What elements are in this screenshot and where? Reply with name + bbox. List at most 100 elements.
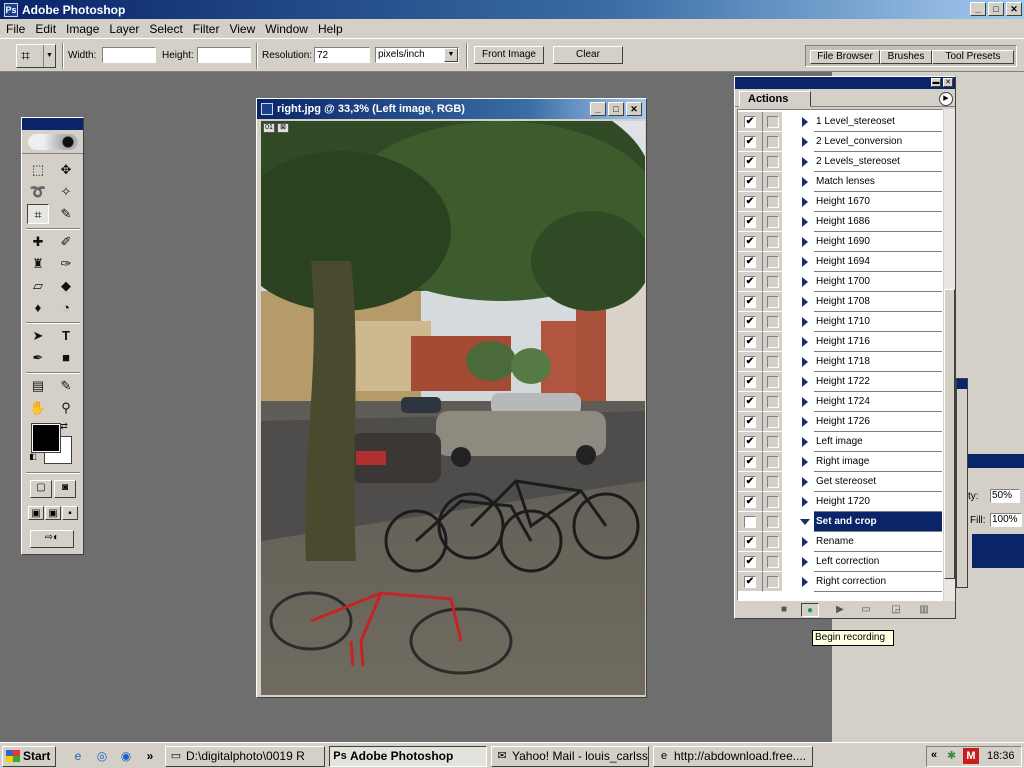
- fill-input[interactable]: 100%: [990, 513, 1022, 527]
- action-row[interactable]: ✔ Height 1726: [738, 412, 942, 432]
- checkmark-icon[interactable]: ✔: [744, 296, 756, 308]
- triangle-right-icon[interactable]: [802, 497, 808, 507]
- empty-checkbox-icon[interactable]: [744, 516, 756, 528]
- action-row[interactable]: ✔ Height 1690: [738, 232, 942, 252]
- width-input[interactable]: [102, 47, 156, 63]
- dialog-toggle-checkbox[interactable]: [767, 176, 779, 188]
- dialog-toggle-checkbox[interactable]: [767, 556, 779, 568]
- dialog-toggle-checkbox[interactable]: [767, 256, 779, 268]
- action-row[interactable]: ✔ Height 1694: [738, 252, 942, 272]
- checkmark-icon[interactable]: ✔: [744, 316, 756, 328]
- full-screen-mode-icon[interactable]: ▪: [62, 506, 78, 520]
- history-brush-tool-icon[interactable]: ✑: [55, 254, 77, 274]
- dialog-toggle-checkbox[interactable]: [767, 216, 779, 228]
- minimize-button[interactable]: _: [970, 2, 986, 16]
- triangle-right-icon[interactable]: [802, 177, 808, 187]
- new-action-icon[interactable]: ◲: [887, 603, 905, 617]
- dialog-toggle-checkbox[interactable]: [767, 316, 779, 328]
- tab-actions[interactable]: Actions: [739, 91, 811, 107]
- action-row[interactable]: ✔ Match lenses: [738, 172, 942, 192]
- dialog-toggle-checkbox[interactable]: [767, 156, 779, 168]
- lasso-tool-icon[interactable]: ➰: [27, 182, 49, 202]
- document-titlebar[interactable]: right.jpg @ 33,3% (Left image, RGB) _ □ …: [257, 99, 646, 119]
- dodge-tool-icon[interactable]: ◔: [55, 298, 77, 318]
- close-button[interactable]: ✕: [1006, 2, 1022, 16]
- checkmark-icon[interactable]: ✔: [744, 376, 756, 388]
- restore-button[interactable]: □: [988, 2, 1004, 16]
- palette-close-button[interactable]: ✕: [943, 78, 953, 87]
- eraser-tool-icon[interactable]: ▱: [27, 276, 49, 296]
- menu-filter[interactable]: Filter: [189, 22, 226, 36]
- stop-icon[interactable]: ■: [775, 603, 793, 617]
- dialog-toggle-checkbox[interactable]: [767, 276, 779, 288]
- triangle-right-icon[interactable]: [802, 557, 808, 567]
- quick-mask-mode-icon[interactable]: ◙: [54, 480, 76, 498]
- dialog-toggle-checkbox[interactable]: [767, 296, 779, 308]
- dialog-toggle-checkbox[interactable]: [767, 476, 779, 488]
- checkmark-icon[interactable]: ✔: [744, 456, 756, 468]
- resolution-input[interactable]: [314, 47, 370, 63]
- triangle-right-icon[interactable]: [802, 117, 808, 127]
- checkmark-icon[interactable]: ✔: [744, 256, 756, 268]
- triangle-right-icon[interactable]: [802, 317, 808, 327]
- eyedropper-tool-icon[interactable]: ✎: [55, 376, 77, 396]
- checkmark-icon[interactable]: ✔: [744, 236, 756, 248]
- zoom-tool-icon[interactable]: ⚲: [55, 398, 77, 418]
- brush-tool-icon[interactable]: ✐: [55, 232, 77, 252]
- triangle-right-icon[interactable]: [802, 277, 808, 287]
- triangle-down-icon[interactable]: [800, 519, 810, 525]
- actions-palette-titlebar[interactable]: ▬ ✕: [735, 77, 955, 89]
- action-row[interactable]: ✔ Height 1716: [738, 332, 942, 352]
- standard-screen-mode-icon[interactable]: ▣: [28, 506, 44, 520]
- maximize-button[interactable]: □: [608, 102, 624, 116]
- triangle-right-icon[interactable]: [802, 417, 808, 427]
- triangle-right-icon[interactable]: [802, 237, 808, 247]
- tray-expand-button[interactable]: «: [931, 749, 937, 761]
- checkmark-icon[interactable]: ✔: [744, 196, 756, 208]
- actions-scrollbar[interactable]: [944, 109, 955, 601]
- play-icon[interactable]: ▶: [831, 603, 849, 617]
- record-icon[interactable]: ●: [801, 603, 819, 617]
- action-row[interactable]: Set and crop: [738, 512, 942, 532]
- media-icon[interactable]: ◉: [118, 748, 134, 764]
- triangle-right-icon[interactable]: [802, 537, 808, 547]
- action-row[interactable]: ✔ Height 1686: [738, 212, 942, 232]
- triangle-right-icon[interactable]: [802, 577, 808, 587]
- dialog-toggle-checkbox[interactable]: [767, 456, 779, 468]
- dialog-toggle-checkbox[interactable]: [767, 136, 779, 148]
- action-row[interactable]: ✔ Left correction: [738, 552, 942, 572]
- checkmark-icon[interactable]: ✔: [744, 336, 756, 348]
- dialog-toggle-checkbox[interactable]: [767, 236, 779, 248]
- action-row[interactable]: ✔ Height 1720: [738, 492, 942, 512]
- menu-file[interactable]: File: [2, 22, 31, 36]
- checkmark-icon[interactable]: ✔: [744, 276, 756, 288]
- triangle-right-icon[interactable]: [802, 377, 808, 387]
- action-row[interactable]: ✔ Height 1718: [738, 352, 942, 372]
- front-image-button[interactable]: Front Image: [474, 46, 544, 64]
- checkmark-icon[interactable]: ✔: [744, 156, 756, 168]
- checkmark-icon[interactable]: ✔: [744, 396, 756, 408]
- checkmark-icon[interactable]: ✔: [744, 496, 756, 508]
- action-row[interactable]: ✔ Right correction: [738, 572, 942, 592]
- task-explorer[interactable]: ▭ D:\digitalphoto\0019 R: [165, 746, 325, 767]
- dialog-toggle-checkbox[interactable]: [767, 536, 779, 548]
- quick-launch-more-button[interactable]: »: [142, 748, 158, 764]
- adobe-online-button[interactable]: [22, 130, 83, 154]
- jump-to-imageready-icon[interactable]: ⇨◐: [30, 530, 74, 548]
- dialog-toggle-checkbox[interactable]: [767, 516, 779, 528]
- stamp-tool-icon[interactable]: ♜: [27, 254, 49, 274]
- action-row[interactable]: ✔ Height 1670: [738, 192, 942, 212]
- hand-tool-icon[interactable]: ✋: [27, 398, 49, 418]
- action-row[interactable]: ✔ Right image: [738, 452, 942, 472]
- close-button[interactable]: ✕: [626, 102, 642, 116]
- dialog-toggle-checkbox[interactable]: [767, 196, 779, 208]
- checkmark-icon[interactable]: ✔: [744, 436, 756, 448]
- foreground-color-swatch[interactable]: [31, 423, 61, 453]
- dialog-toggle-checkbox[interactable]: [767, 576, 779, 588]
- chevron-down-icon[interactable]: ▼: [43, 45, 55, 67]
- triangle-right-icon[interactable]: [802, 477, 808, 487]
- default-colors-icon[interactable]: ◧: [28, 452, 38, 462]
- triangle-right-icon[interactable]: [802, 297, 808, 307]
- triangle-right-icon[interactable]: [802, 137, 808, 147]
- menu-select[interactable]: Select: [145, 22, 188, 36]
